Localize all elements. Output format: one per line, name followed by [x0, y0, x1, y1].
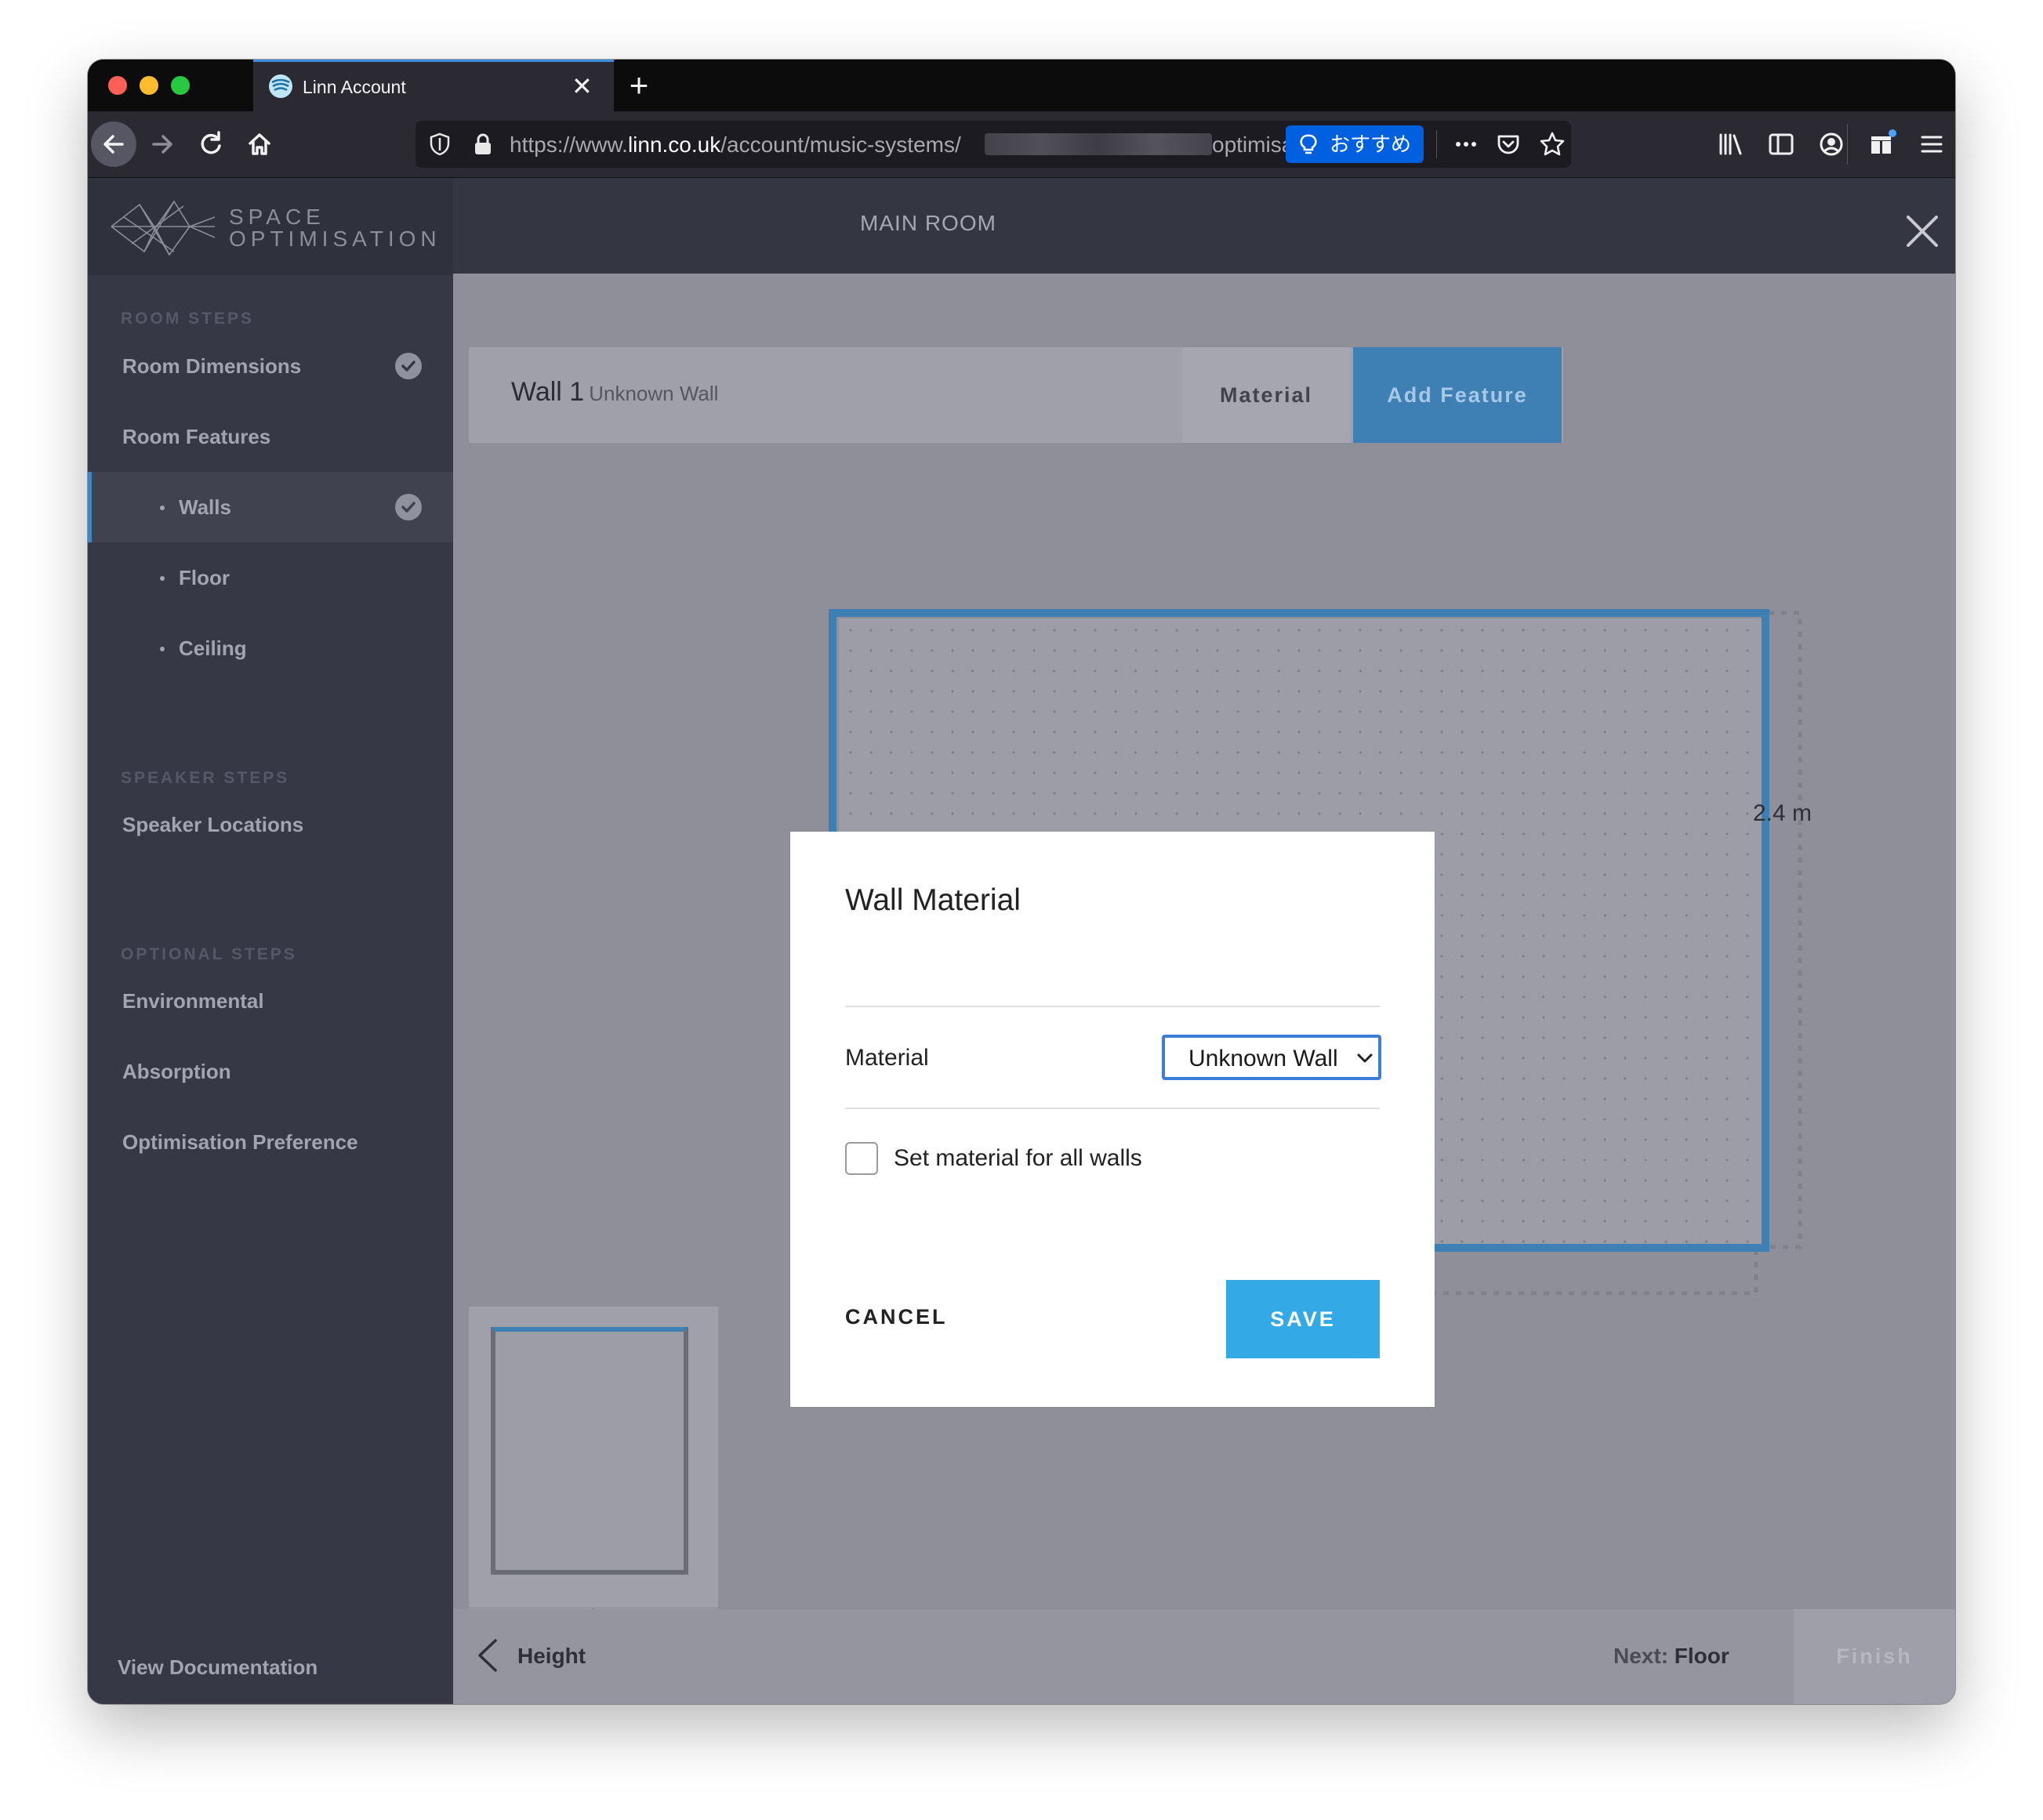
room-title: MAIN ROOM	[860, 211, 996, 235]
tracking-shield-icon[interactable]	[428, 132, 452, 157]
tab-bar: Linn Account ✕ +	[88, 60, 1955, 111]
back-arrow-icon[interactable]	[91, 121, 136, 167]
add-feature-button[interactable]: Add Feature	[1353, 347, 1562, 443]
extensions-icon[interactable]	[1864, 127, 1899, 161]
close-icon[interactable]	[1905, 214, 1940, 248]
recommendation-badge[interactable]: おすすめ	[1286, 125, 1424, 163]
view-documentation-link[interactable]: View Documentation	[118, 1655, 318, 1680]
finish-button[interactable]: Finish	[1794, 1609, 1955, 1704]
logo-area: SPACE OPTIMISATION	[88, 178, 453, 275]
url-bar[interactable]: https://www.linn.co.uk/account/music-sys…	[415, 121, 1571, 168]
sidebar-item-absorption[interactable]: Absorption	[88, 1036, 453, 1107]
sidebar-item-environmental[interactable]: Environmental	[88, 966, 453, 1036]
home-icon[interactable]	[237, 121, 282, 167]
wall-material-subtitle: Unknown Wall	[589, 382, 719, 405]
reload-icon[interactable]	[188, 121, 234, 167]
chevron-left-icon[interactable]	[472, 1636, 503, 1675]
wall-material-dialog: Wall Material Material Unknown Wall Set …	[790, 832, 1435, 1407]
sidebar-toggle-icon[interactable]	[1764, 127, 1798, 161]
navigation-bar: https://www.linn.co.uk/account/music-sys…	[88, 111, 1955, 178]
save-button[interactable]: SAVE	[1226, 1280, 1380, 1358]
sidebar-item-walls[interactable]: Walls	[88, 472, 453, 542]
sidebar-item-optimisation-preference[interactable]: Optimisation Preference	[88, 1107, 453, 1177]
all-walls-label[interactable]: Set material for all walls	[894, 1145, 1142, 1172]
sidebar-item-floor[interactable]: Floor	[88, 542, 453, 613]
toolbar-separator	[1847, 124, 1848, 165]
room-steps-heading: ROOM STEPS	[121, 310, 255, 328]
completed-check-icon	[395, 353, 422, 379]
dialog-title: Wall Material	[845, 883, 1021, 917]
forward-arrow-icon[interactable]	[140, 121, 185, 167]
wall-thumbnail[interactable]	[491, 1327, 688, 1575]
step-navigation-bar: Height Next: Floor Finish	[453, 1609, 1955, 1704]
new-tab-icon[interactable]: +	[618, 64, 660, 107]
minimize-window-button[interactable]	[140, 76, 158, 95]
divider	[845, 1006, 1380, 1007]
sidebar-item-label: Walls	[179, 495, 231, 519]
height-dimension-line	[1769, 611, 1802, 1249]
wall-preview: ◀ ▶	[469, 1307, 718, 1655]
recommendation-label: おすすめ	[1330, 132, 1412, 156]
completed-check-icon	[395, 494, 422, 520]
wall-name: Wall 1	[511, 377, 585, 407]
material-select-value: Unknown Wall	[1188, 1046, 1338, 1071]
sidebar-item-speaker-locations[interactable]: Speaker Locations	[88, 789, 453, 860]
pocket-icon[interactable]	[1493, 129, 1524, 160]
all-walls-checkbox[interactable]	[845, 1142, 878, 1175]
sidebar-item-ceiling[interactable]: Ceiling	[88, 613, 453, 683]
sidebar-item-label: Room Features	[122, 425, 271, 448]
url-text: https://www.linn.co.uk/account/music-sys…	[510, 132, 961, 157]
more-actions-icon[interactable]	[1450, 129, 1482, 160]
sidebar-item-label: Optimisation Preference	[122, 1130, 358, 1154]
material-label: Material	[845, 1045, 929, 1071]
sidebar-item-label: Floor	[179, 566, 230, 589]
logo-text: SPACE OPTIMISATION	[229, 205, 441, 251]
sidebar-item-label: Ceiling	[179, 636, 247, 660]
browser-tab[interactable]: Linn Account ✕	[253, 60, 614, 111]
sidebar-item-label: Absorption	[122, 1060, 231, 1083]
bullet-icon	[160, 506, 165, 510]
space-optimisation-logo-icon	[111, 200, 216, 256]
material-button[interactable]: Material	[1182, 347, 1350, 443]
hamburger-menu-icon[interactable]	[1914, 127, 1949, 161]
sidebar-item-room-features[interactable]: Room Features	[88, 401, 453, 472]
speaker-steps-heading: SPEAKER STEPS	[121, 769, 290, 787]
zoom-window-button[interactable]	[171, 76, 190, 95]
lock-icon[interactable]	[472, 132, 494, 157]
account-icon[interactable]	[1814, 127, 1849, 161]
linn-favicon-icon	[269, 74, 292, 98]
chevron-down-icon	[1357, 1053, 1373, 1063]
lightbulb-icon	[1300, 134, 1317, 154]
tab-title: Linn Account	[303, 77, 406, 97]
steps-sidebar: SPACE OPTIMISATION ROOM STEPS Room Dimens…	[88, 178, 453, 1704]
next-step-button[interactable]: Next: Floor	[1613, 1644, 1729, 1669]
close-window-button[interactable]	[108, 76, 127, 95]
app-viewport: SPACE OPTIMISATION ROOM STEPS Room Dimens…	[88, 178, 1955, 1704]
url-suffix: optimisa	[1212, 132, 1290, 157]
sidebar-item-room-dimensions[interactable]: Room Dimensions	[88, 331, 453, 401]
cancel-button[interactable]: CANCEL	[845, 1305, 948, 1329]
browser-window: Linn Account ✕ + https://www.linn.co.uk/…	[88, 60, 1955, 1704]
bookmark-star-icon[interactable]	[1537, 129, 1568, 160]
material-select[interactable]: Unknown Wall	[1162, 1035, 1381, 1080]
previous-step-button[interactable]: Height	[517, 1644, 586, 1669]
bullet-icon	[160, 576, 165, 581]
wall-title: Wall 1 Unknown Wall	[511, 377, 718, 408]
sidebar-item-label: Room Dimensions	[122, 354, 302, 378]
sidebar-item-label: Environmental	[122, 989, 264, 1013]
url-separator	[1436, 130, 1437, 158]
optional-steps-heading: OPTIONAL STEPS	[121, 945, 297, 963]
tab-close-icon[interactable]: ✕	[572, 69, 593, 103]
redacted-url-segment	[985, 133, 1212, 155]
library-icon[interactable]	[1714, 127, 1748, 161]
height-dimension-label: 2.4 m	[1753, 800, 1813, 826]
sidebar-item-label: Speaker Locations	[122, 813, 304, 836]
divider	[845, 1108, 1380, 1109]
room-header: MAIN ROOM	[453, 178, 1955, 274]
bullet-icon	[160, 647, 165, 651]
